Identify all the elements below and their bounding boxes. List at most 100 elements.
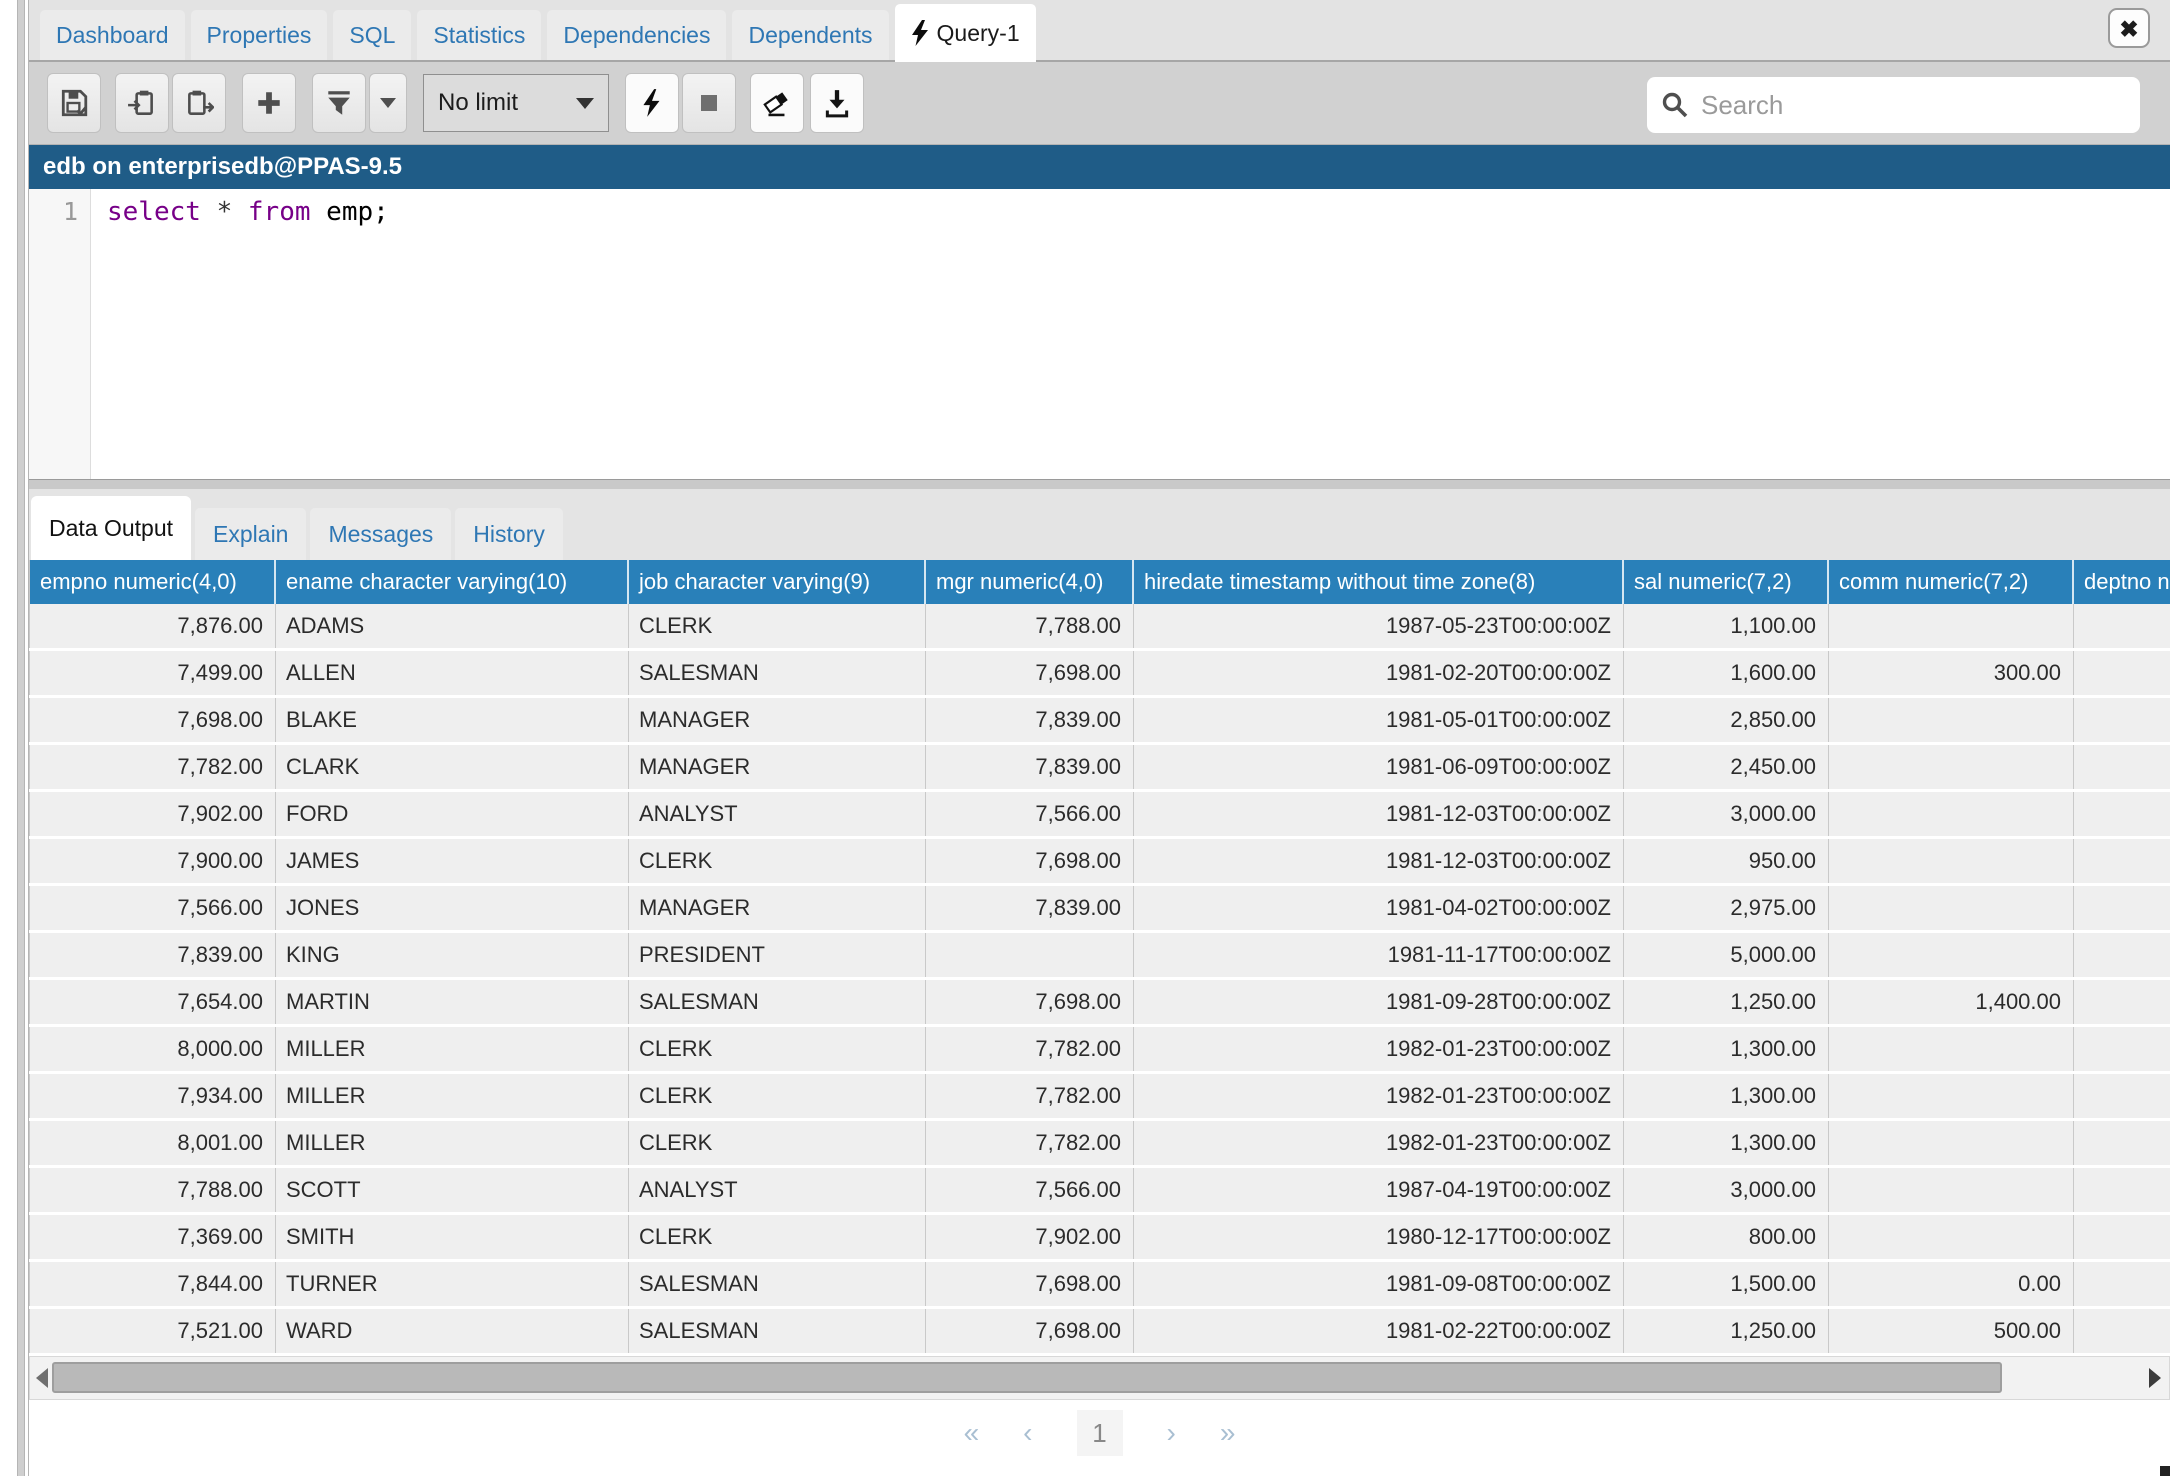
grid-cell[interactable]: 8,001.00 xyxy=(29,1121,276,1165)
grid-cell[interactable]: MILLER xyxy=(276,1027,629,1071)
grid-cell[interactable]: ADAMS xyxy=(276,604,629,648)
grid-cell[interactable]: 1987-05-23T00:00:00Z xyxy=(1134,604,1624,648)
grid-cell[interactable] xyxy=(2074,1168,2170,1212)
grid-cell[interactable]: FORD xyxy=(276,792,629,836)
grid-cell[interactable]: 7,902.00 xyxy=(926,1215,1134,1259)
grid-cell[interactable]: 1,300.00 xyxy=(1624,1074,1829,1118)
grid-cell[interactable]: 7,566.00 xyxy=(926,792,1134,836)
grid-cell[interactable]: 500.00 xyxy=(1829,1309,2074,1353)
table-row[interactable]: 7,566.00JONESMANAGER7,839.001981-04-02T0… xyxy=(29,886,2170,930)
table-row[interactable]: 7,654.00MARTINSALESMAN7,698.001981-09-28… xyxy=(29,980,2170,1024)
grid-cell[interactable]: 7,566.00 xyxy=(926,1168,1134,1212)
table-row[interactable]: 8,001.00MILLERCLERK7,782.001982-01-23T00… xyxy=(29,1121,2170,1165)
grid-cell[interactable]: CLERK xyxy=(629,1074,926,1118)
grid-cell[interactable]: 7,782.00 xyxy=(926,1074,1134,1118)
grid-cell[interactable]: 1,400.00 xyxy=(1829,980,2074,1024)
panel-divider[interactable] xyxy=(17,0,25,1476)
grid-cell[interactable]: CLERK xyxy=(629,604,926,648)
tab-sql[interactable]: SQL xyxy=(333,10,411,60)
editor-results-splitter[interactable] xyxy=(29,479,2170,489)
grid-cell[interactable]: 1982-01-23T00:00:00Z xyxy=(1134,1027,1624,1071)
grid-cell[interactable]: 1981-09-08T00:00:00Z xyxy=(1134,1262,1624,1306)
table-row[interactable]: 7,499.00ALLENSALESMAN7,698.001981-02-20T… xyxy=(29,651,2170,695)
grid-cell[interactable] xyxy=(2074,980,2170,1024)
grid-cell[interactable]: MANAGER xyxy=(629,745,926,789)
grid-cell[interactable]: 1,500.00 xyxy=(1624,1262,1829,1306)
scroll-right-arrow-icon[interactable] xyxy=(2145,1357,2165,1399)
table-row[interactable]: 7,876.00ADAMSCLERK7,788.001987-05-23T00:… xyxy=(29,604,2170,648)
grid-cell[interactable]: SALESMAN xyxy=(629,1262,926,1306)
grid-cell[interactable]: CLARK xyxy=(276,745,629,789)
grid-cell[interactable]: 7,876.00 xyxy=(29,604,276,648)
column-header-sal[interactable]: sal numeric(7,2) xyxy=(1624,560,1829,604)
grid-cell[interactable] xyxy=(2074,792,2170,836)
table-row[interactable]: 7,521.00WARDSALESMAN7,698.001981-02-22T0… xyxy=(29,1309,2170,1353)
grid-cell[interactable]: ANALYST xyxy=(629,792,926,836)
paste-button[interactable] xyxy=(172,73,226,133)
grid-cell[interactable]: 1981-02-22T00:00:00Z xyxy=(1134,1309,1624,1353)
grid-cell[interactable]: 7,566.00 xyxy=(29,886,276,930)
resize-grip[interactable] xyxy=(2160,1466,2170,1476)
grid-cell[interactable]: SCOTT xyxy=(276,1168,629,1212)
download-button[interactable] xyxy=(810,73,864,133)
grid-cell[interactable]: 1981-12-03T00:00:00Z xyxy=(1134,839,1624,883)
grid-cell[interactable]: 7,698.00 xyxy=(926,1262,1134,1306)
grid-cell[interactable]: 5,000.00 xyxy=(1624,933,1829,977)
grid-cell[interactable] xyxy=(1829,933,2074,977)
grid-cell[interactable] xyxy=(2074,1074,2170,1118)
grid-cell[interactable]: 7,788.00 xyxy=(926,604,1134,648)
horizontal-scrollbar[interactable] xyxy=(29,1356,2170,1400)
sql-editor[interactable]: 1 select * from emp; xyxy=(29,189,2170,479)
grid-cell[interactable]: 1,250.00 xyxy=(1624,1309,1829,1353)
grid-cell[interactable]: SMITH xyxy=(276,1215,629,1259)
grid-cell[interactable]: CLERK xyxy=(629,1215,926,1259)
column-header-ename[interactable]: ename character varying(10) xyxy=(276,560,629,604)
grid-cell[interactable]: 7,698.00 xyxy=(926,1309,1134,1353)
grid-cell[interactable]: 1982-01-23T00:00:00Z xyxy=(1134,1074,1624,1118)
grid-cell[interactable]: 7,782.00 xyxy=(29,745,276,789)
filter-button[interactable] xyxy=(312,73,366,133)
grid-cell[interactable]: 7,844.00 xyxy=(29,1262,276,1306)
prev-page-button[interactable]: ‹ xyxy=(1023,1417,1032,1449)
grid-cell[interactable] xyxy=(1829,1074,2074,1118)
table-row[interactable]: 7,782.00CLARKMANAGER7,839.001981-06-09T0… xyxy=(29,745,2170,789)
grid-cell[interactable]: 1980-12-17T00:00:00Z xyxy=(1134,1215,1624,1259)
grid-cell[interactable]: 7,499.00 xyxy=(29,651,276,695)
sql-code-line[interactable]: select * from emp; xyxy=(107,197,2170,227)
scrollbar-thumb[interactable] xyxy=(52,1362,2002,1393)
grid-cell[interactable]: 800.00 xyxy=(1624,1215,1829,1259)
grid-cell[interactable]: MANAGER xyxy=(629,698,926,742)
grid-cell[interactable]: CLERK xyxy=(629,1121,926,1165)
grid-cell[interactable]: 7,782.00 xyxy=(926,1027,1134,1071)
grid-cell[interactable]: 7,521.00 xyxy=(29,1309,276,1353)
row-limit-select[interactable]: No limit xyxy=(423,74,609,132)
grid-cell[interactable]: 7,369.00 xyxy=(29,1215,276,1259)
grid-cell[interactable] xyxy=(2074,1215,2170,1259)
grid-cell[interactable]: 0.00 xyxy=(1829,1262,2074,1306)
tab-data-output[interactable]: Data Output xyxy=(31,496,191,560)
tab-query-1[interactable]: Query-1 xyxy=(895,4,1036,62)
grid-cell[interactable] xyxy=(1829,1168,2074,1212)
grid-cell[interactable]: JONES xyxy=(276,886,629,930)
table-row[interactable]: 7,839.00KINGPRESIDENT1981-11-17T00:00:00… xyxy=(29,933,2170,977)
grid-cell[interactable]: CLERK xyxy=(629,1027,926,1071)
close-button[interactable]: ✖ xyxy=(2108,8,2150,48)
grid-cell[interactable]: WARD xyxy=(276,1309,629,1353)
grid-cell[interactable]: ANALYST xyxy=(629,1168,926,1212)
first-page-button[interactable]: « xyxy=(964,1417,980,1449)
column-header-hiredate[interactable]: hiredate timestamp without time zone(8) xyxy=(1134,560,1624,604)
grid-cell[interactable] xyxy=(1829,604,2074,648)
grid-cell[interactable]: 7,839.00 xyxy=(29,933,276,977)
grid-cell[interactable]: 7,698.00 xyxy=(926,980,1134,1024)
grid-cell[interactable] xyxy=(1829,745,2074,789)
grid-cell[interactable] xyxy=(2074,933,2170,977)
table-row[interactable]: 7,369.00SMITHCLERK7,902.001980-12-17T00:… xyxy=(29,1215,2170,1259)
grid-cell[interactable] xyxy=(926,933,1134,977)
table-row[interactable]: 7,698.00BLAKEMANAGER7,839.001981-05-01T0… xyxy=(29,698,2170,742)
grid-cell[interactable] xyxy=(1829,792,2074,836)
grid-cell[interactable]: 2,850.00 xyxy=(1624,698,1829,742)
grid-cell[interactable] xyxy=(2074,604,2170,648)
grid-cell[interactable]: 3,000.00 xyxy=(1624,792,1829,836)
filter-dropdown-button[interactable] xyxy=(369,73,407,133)
table-row[interactable]: 7,902.00FORDANALYST7,566.001981-12-03T00… xyxy=(29,792,2170,836)
